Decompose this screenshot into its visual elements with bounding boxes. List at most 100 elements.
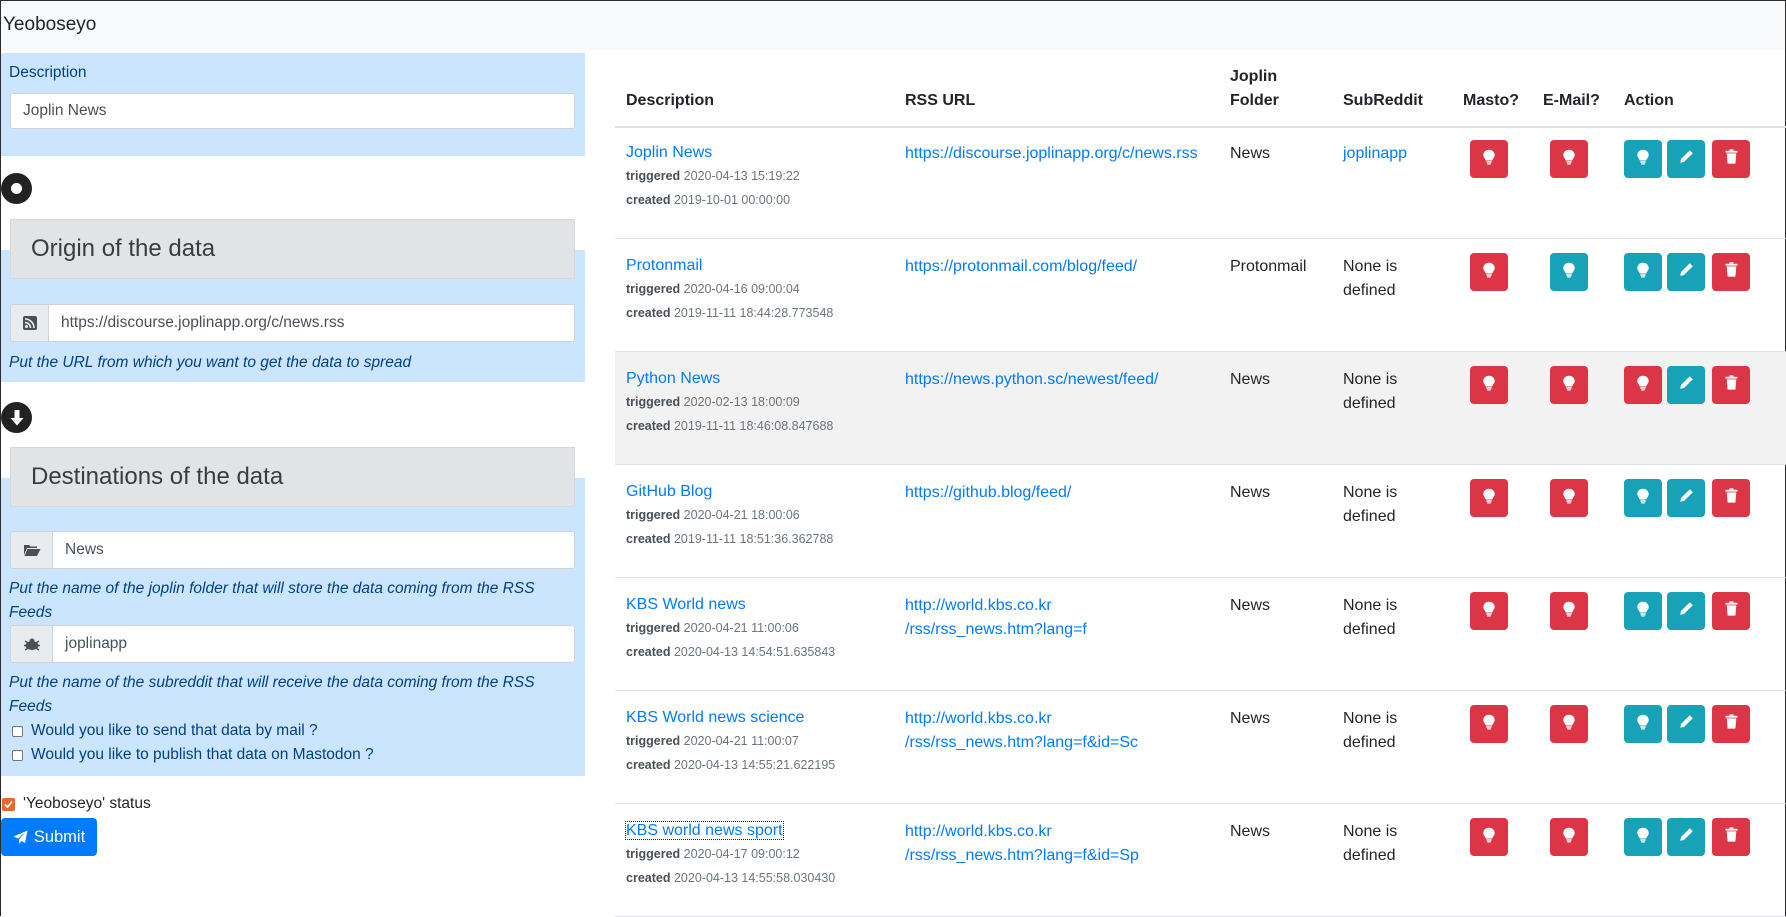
masto-toggle-button[interactable] [1470,253,1508,291]
masto-toggle-button[interactable] [1470,705,1508,743]
masto-toggle-button[interactable] [1470,140,1508,178]
lightbulb-icon [1636,149,1650,170]
edit-button[interactable] [1667,140,1705,178]
description-label: Description [9,64,87,81]
subreddit-cell[interactable]: joplinapp [1343,142,1443,166]
lightbulb-icon [1482,488,1496,509]
lightbulb-icon [1562,601,1576,622]
subreddit-group: joplinapp [10,625,575,663]
lightbulb-icon [1482,375,1496,396]
trigger-name-link[interactable]: KBS World news [626,596,746,613]
triggered-info: triggered 2020-04-21 11:00:07 [626,734,799,748]
triggered-info: triggered 2020-04-17 09:00:12 [626,847,800,861]
joplin-folder-help: Put the name of the joplin folder that w… [9,580,535,621]
delete-button[interactable] [1712,253,1750,291]
status-toggle-button[interactable] [1624,818,1662,856]
rss-url-link[interactable]: http://world.kbs.co.kr/rss/rss_news.htm?… [905,594,1205,642]
lightbulb-icon [1636,262,1650,283]
status-toggle-button[interactable] [1624,253,1662,291]
table-row: KBS world news sport triggered 2020-04-17… [615,804,1786,917]
status-toggle-button[interactable] [1624,479,1662,517]
email-toggle-button[interactable] [1550,366,1588,404]
edit-button[interactable] [1667,479,1705,517]
trash-icon [1725,262,1738,282]
edit-button[interactable] [1667,592,1705,630]
status-toggle-button[interactable] [1624,140,1662,178]
masto-toggle-button[interactable] [1470,818,1508,856]
status-toggle-button[interactable] [1624,366,1662,404]
delete-button[interactable] [1712,140,1750,178]
trigger-name-link[interactable]: KBS World news science [626,709,804,726]
lightbulb-icon [1482,601,1496,622]
trigger-name-link[interactable]: Joplin News [626,144,712,161]
rss-url-input[interactable]: https://discourse.joplinapp.org/c/news.r… [48,304,575,342]
arrow-circle-down-icon [1,402,32,433]
created-info: created 2020-04-13 14:54:51.635843 [626,645,836,659]
mastodon-checkbox[interactable] [12,749,23,761]
status-toggle-button[interactable] [1624,592,1662,630]
pencil-icon [1679,714,1694,734]
delete-button[interactable] [1712,818,1750,856]
triggered-info: triggered 2020-02-13 18:00:09 [626,395,800,409]
masto-toggle-button[interactable] [1470,366,1508,404]
email-toggle-button[interactable] [1550,140,1588,178]
trigger-name-link[interactable]: Protonmail [626,257,702,274]
description-input[interactable]: Joplin News [10,93,575,129]
joplin-folder-input[interactable]: News [52,531,575,569]
delete-button[interactable] [1712,592,1750,630]
joplin-folder-cell: News [1230,823,1271,840]
edit-button[interactable] [1667,705,1705,743]
edit-button[interactable] [1667,253,1705,291]
email-toggle-button[interactable] [1550,253,1588,291]
masto-toggle-button[interactable] [1470,592,1508,630]
submit-button[interactable]: Submit [1,818,97,856]
triggered-info: triggered 2020-04-21 11:00:06 [626,621,799,635]
rss-url-link[interactable]: https://protonmail.com/blog/feed/ [905,255,1205,279]
rss-url-link[interactable]: https://discourse.joplinapp.org/c/news.r… [905,142,1205,166]
pencil-icon [1679,375,1694,395]
folder-open-icon [10,531,52,569]
email-toggle-button[interactable] [1550,818,1588,856]
header-masto: Masto? [1463,92,1519,109]
subreddit-input[interactable]: joplinapp [52,625,575,663]
trigger-name-link[interactable]: Python News [626,370,720,387]
lightbulb-icon [1482,827,1496,848]
trigger-name-link[interactable]: KBS world news sport [625,821,784,840]
subreddit-cell: None is defined [1343,258,1398,299]
delete-button[interactable] [1712,366,1750,404]
trigger-description-cell: KBS World news science triggered 2020-04-… [626,707,886,777]
created-info: created 2019-10-01 00:00:00 [626,193,791,207]
rss-icon [10,304,48,342]
rss-url-help: Put the URL from which you want to get t… [9,354,412,371]
masto-toggle-button[interactable] [1470,479,1508,517]
mastodon-checkbox-label: Would you like to publish that data on M… [31,746,374,763]
app-brand[interactable]: Yeoboseyo [3,14,96,36]
joplin-folder-cell: News [1230,145,1271,162]
mail-checkbox[interactable] [12,725,23,737]
rss-url-link[interactable]: https://github.blog/feed/ [905,481,1205,505]
rss-url-link[interactable]: https://news.python.sc/newest/feed/ [905,368,1205,392]
delete-button[interactable] [1712,705,1750,743]
created-info: created 2020-04-13 14:55:58.030430 [626,871,836,885]
email-toggle-button[interactable] [1550,479,1588,517]
lightbulb-icon [1562,149,1576,170]
edit-button[interactable] [1667,366,1705,404]
created-info: created 2020-04-13 14:55:21.622195 [626,758,836,772]
trigger-description-cell: KBS world news sport triggered 2020-04-17… [625,820,886,890]
trigger-name-link[interactable]: GitHub Blog [626,483,712,500]
status-checkbox[interactable] [2,797,15,811]
table-row: Python News triggered 2020-02-13 18:00:09… [615,352,1786,465]
rss-url-link[interactable]: http://world.kbs.co.kr/rss/rss_news.htm?… [905,707,1205,755]
table-row: Joplin News triggered 2020-04-13 15:19:22… [615,126,1786,239]
email-toggle-button[interactable] [1550,705,1588,743]
delete-button[interactable] [1712,479,1750,517]
rss-url-link[interactable]: http://world.kbs.co.kr/rss/rss_news.htm?… [905,820,1205,868]
header-email: E-Mail? [1543,92,1600,109]
reddit-alien-icon [10,625,52,663]
submit-label: Submit [33,827,86,846]
edit-button[interactable] [1667,818,1705,856]
lightbulb-icon [1482,714,1496,735]
mastodon-option: Would you like to publish that data on M… [12,746,374,764]
status-toggle-button[interactable] [1624,705,1662,743]
email-toggle-button[interactable] [1550,592,1588,630]
